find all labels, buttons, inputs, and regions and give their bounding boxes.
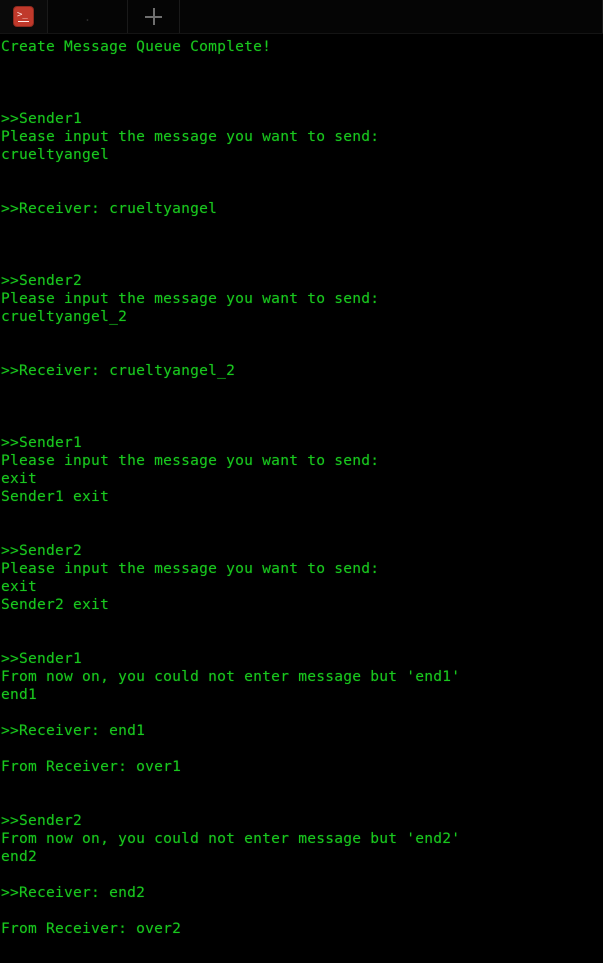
terminal-line: Please input the message you want to sen…	[1, 290, 380, 307]
plus-icon	[145, 8, 162, 25]
terminal-line: end2	[1, 848, 38, 865]
tab-bar-empty-area	[180, 0, 603, 33]
terminal-line: From Receiver: over2	[1, 920, 182, 937]
terminal-line: Sender2 exit	[1, 596, 110, 613]
terminal-line: Please input the message you want to sen…	[1, 452, 380, 469]
terminal-line: >>Sender1	[1, 110, 83, 127]
terminal-output: Create Message Queue Complete! >>Sender1…	[0, 34, 603, 938]
terminal-line: >>Receiver: end2	[1, 884, 146, 901]
prompt-chevron-icon: >_	[17, 10, 28, 20]
terminal-line: Create Message Queue Complete!	[1, 38, 272, 55]
terminal-line: From Receiver: over1	[1, 758, 182, 775]
terminal-line: >>Receiver: crueltyangel_2	[1, 362, 236, 379]
terminal-screen[interactable]: Create Message Queue Complete! >>Sender1…	[0, 34, 603, 963]
terminal-line: Please input the message you want to sen…	[1, 128, 380, 145]
new-tab-button[interactable]	[128, 0, 180, 33]
terminal-line: >>Receiver: crueltyangel	[1, 200, 218, 217]
terminal-tab-secondary[interactable]: .	[48, 0, 128, 33]
terminal-line: >>Sender2	[1, 812, 83, 829]
terminal-line: Please input the message you want to sen…	[1, 560, 380, 577]
terminal-line: Sender1 exit	[1, 488, 110, 505]
terminal-line: >>Sender2	[1, 542, 83, 559]
terminal-line: crueltyangel_2	[1, 308, 128, 325]
terminal-line: >>Sender2	[1, 272, 83, 289]
terminal-line: From now on, you could not enter message…	[1, 668, 461, 685]
terminal-line: >>Sender1	[1, 434, 83, 451]
terminal-line: >>Sender1	[1, 650, 83, 667]
terminal-line: end1	[1, 686, 38, 703]
terminal-icon: >_	[14, 7, 33, 26]
terminal-line: exit	[1, 470, 38, 487]
terminal-tab-active[interactable]: >_	[0, 0, 48, 33]
terminal-line: crueltyangel	[1, 146, 110, 163]
tab-bar: >_ .	[0, 0, 603, 34]
prompt-underline-icon	[18, 20, 29, 22]
terminal-line: From now on, you could not enter message…	[1, 830, 461, 847]
terminal-line: >>Receiver: end1	[1, 722, 146, 739]
terminal-line: exit	[1, 578, 38, 595]
terminal-tab-secondary-label: .	[83, 9, 92, 24]
